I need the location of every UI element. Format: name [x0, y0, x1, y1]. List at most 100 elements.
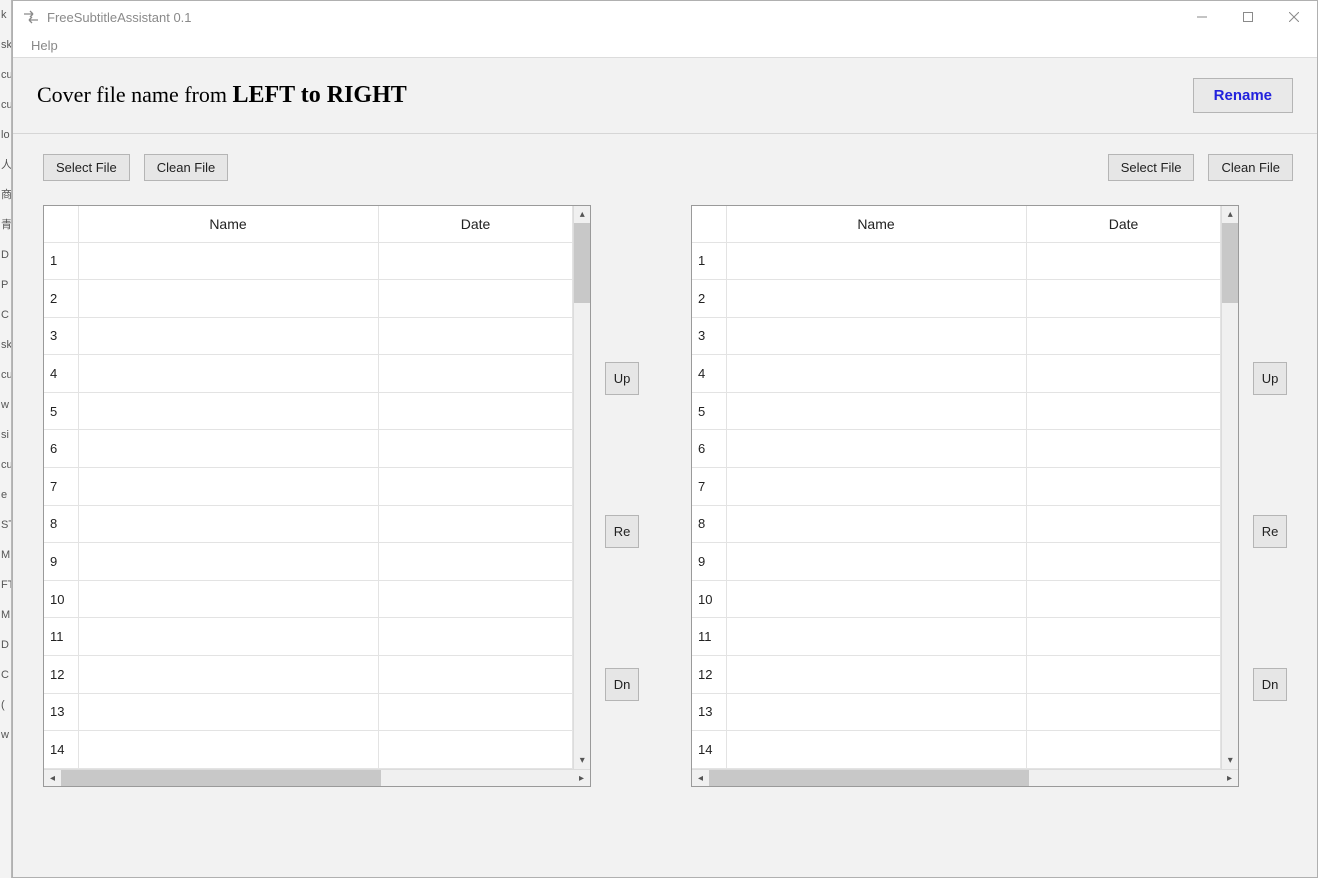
table-row[interactable]: 9 [692, 543, 1221, 581]
name-cell[interactable] [726, 242, 1026, 280]
name-cell[interactable] [78, 468, 378, 506]
table-row[interactable]: 1 [692, 242, 1221, 280]
name-cell[interactable] [78, 618, 378, 656]
table-row[interactable]: 4 [44, 355, 573, 393]
date-cell[interactable] [378, 280, 573, 318]
row-number[interactable]: 3 [692, 317, 726, 355]
row-number[interactable]: 10 [44, 580, 78, 618]
scroll-right-icon[interactable]: ▸ [1221, 770, 1238, 786]
date-cell[interactable] [1026, 280, 1221, 318]
row-number[interactable]: 11 [44, 618, 78, 656]
date-cell[interactable] [1026, 317, 1221, 355]
right-up-button[interactable]: Up [1253, 362, 1287, 395]
rename-button[interactable]: Rename [1193, 78, 1293, 113]
table-row[interactable]: 4 [692, 355, 1221, 393]
table-row[interactable]: 12 [692, 656, 1221, 694]
table-row[interactable]: 7 [44, 468, 573, 506]
minimize-button[interactable] [1179, 1, 1225, 33]
left-grid[interactable]: Name Date 1234567891011121314 ▴ ▾ [43, 205, 591, 787]
right-date-header[interactable]: Date [1026, 206, 1221, 242]
left-dn-button[interactable]: Dn [605, 668, 639, 701]
name-cell[interactable] [726, 355, 1026, 393]
table-row[interactable]: 2 [44, 280, 573, 318]
date-cell[interactable] [378, 543, 573, 581]
date-cell[interactable] [1026, 543, 1221, 581]
left-up-button[interactable]: Up [605, 362, 639, 395]
name-cell[interactable] [726, 543, 1026, 581]
row-number[interactable]: 6 [44, 430, 78, 468]
right-select-file-button[interactable]: Select File [1108, 154, 1195, 181]
table-row[interactable]: 7 [692, 468, 1221, 506]
left-re-button[interactable]: Re [605, 515, 639, 548]
table-row[interactable]: 13 [692, 693, 1221, 731]
row-number[interactable]: 7 [692, 468, 726, 506]
date-cell[interactable] [1026, 430, 1221, 468]
row-number[interactable]: 14 [44, 731, 78, 769]
row-number[interactable]: 1 [44, 242, 78, 280]
name-cell[interactable] [78, 656, 378, 694]
table-row[interactable]: 5 [44, 392, 573, 430]
row-number[interactable]: 2 [692, 280, 726, 318]
row-number[interactable]: 2 [44, 280, 78, 318]
left-select-file-button[interactable]: Select File [43, 154, 130, 181]
date-cell[interactable] [378, 580, 573, 618]
name-cell[interactable] [726, 580, 1026, 618]
table-row[interactable]: 1 [44, 242, 573, 280]
right-name-header[interactable]: Name [726, 206, 1026, 242]
date-cell[interactable] [378, 242, 573, 280]
name-cell[interactable] [726, 392, 1026, 430]
close-button[interactable] [1271, 1, 1317, 33]
row-number[interactable]: 10 [692, 580, 726, 618]
right-clean-file-button[interactable]: Clean File [1208, 154, 1293, 181]
menu-help[interactable]: Help [23, 36, 66, 55]
row-number[interactable]: 11 [692, 618, 726, 656]
right-dn-button[interactable]: Dn [1253, 668, 1287, 701]
row-number[interactable]: 1 [692, 242, 726, 280]
name-cell[interactable] [78, 731, 378, 769]
date-cell[interactable] [1026, 505, 1221, 543]
row-number[interactable]: 4 [692, 355, 726, 393]
name-cell[interactable] [78, 355, 378, 393]
name-cell[interactable] [726, 731, 1026, 769]
date-cell[interactable] [378, 505, 573, 543]
scroll-down-icon[interactable]: ▾ [1222, 752, 1238, 769]
table-row[interactable]: 9 [44, 543, 573, 581]
left-date-header[interactable]: Date [378, 206, 573, 242]
table-row[interactable]: 2 [692, 280, 1221, 318]
name-cell[interactable] [726, 468, 1026, 506]
table-row[interactable]: 5 [692, 392, 1221, 430]
scroll-thumb[interactable] [1222, 223, 1238, 303]
date-cell[interactable] [378, 317, 573, 355]
name-cell[interactable] [78, 392, 378, 430]
row-number[interactable]: 8 [44, 505, 78, 543]
date-cell[interactable] [378, 731, 573, 769]
date-cell[interactable] [1026, 693, 1221, 731]
name-cell[interactable] [726, 280, 1026, 318]
date-cell[interactable] [378, 355, 573, 393]
row-number[interactable]: 9 [692, 543, 726, 581]
left-name-header[interactable]: Name [78, 206, 378, 242]
table-row[interactable]: 3 [44, 317, 573, 355]
scroll-left-icon[interactable]: ◂ [692, 770, 709, 786]
name-cell[interactable] [726, 693, 1026, 731]
name-cell[interactable] [78, 280, 378, 318]
scroll-left-icon[interactable]: ◂ [44, 770, 61, 786]
date-cell[interactable] [1026, 731, 1221, 769]
table-row[interactable]: 13 [44, 693, 573, 731]
left-clean-file-button[interactable]: Clean File [144, 154, 229, 181]
date-cell[interactable] [378, 392, 573, 430]
date-cell[interactable] [378, 618, 573, 656]
name-cell[interactable] [78, 430, 378, 468]
table-row[interactable]: 11 [44, 618, 573, 656]
date-cell[interactable] [1026, 468, 1221, 506]
scroll-up-icon[interactable]: ▴ [1222, 206, 1238, 223]
name-cell[interactable] [726, 430, 1026, 468]
scroll-right-icon[interactable]: ▸ [573, 770, 590, 786]
date-cell[interactable] [378, 468, 573, 506]
table-row[interactable]: 8 [692, 505, 1221, 543]
row-number[interactable]: 5 [692, 392, 726, 430]
scroll-thumb[interactable] [574, 223, 590, 303]
date-cell[interactable] [1026, 392, 1221, 430]
date-cell[interactable] [1026, 656, 1221, 694]
row-number[interactable]: 13 [44, 693, 78, 731]
